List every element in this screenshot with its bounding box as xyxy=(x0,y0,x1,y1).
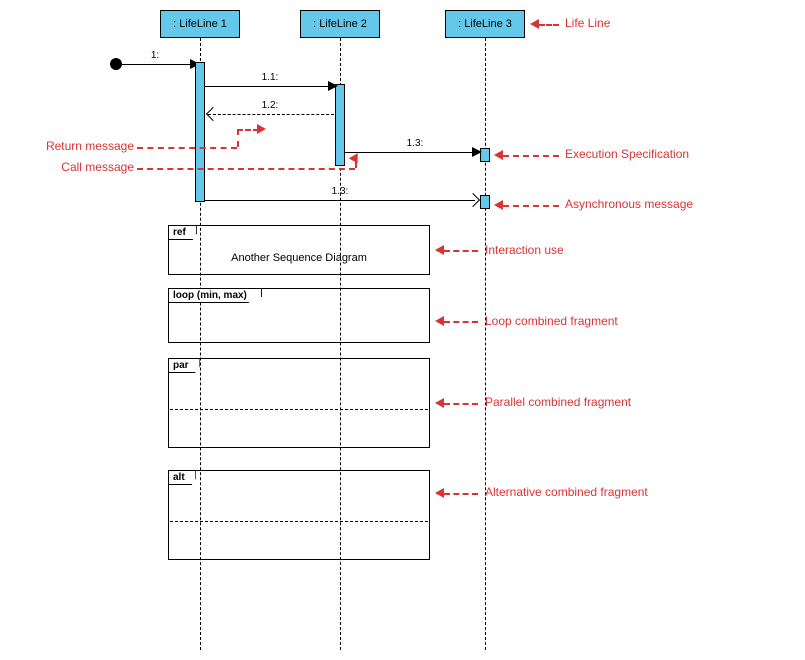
annotation-arrow-icon xyxy=(530,19,539,29)
message-label: 1.3: xyxy=(395,138,435,149)
annotation-line xyxy=(137,168,355,170)
annotation-line xyxy=(503,155,559,157)
call-message-line-13a xyxy=(345,152,475,153)
annotation-line xyxy=(444,493,478,495)
annotation-exec-spec: Execution Specification xyxy=(565,147,689,161)
annotation-line xyxy=(237,129,259,131)
annotation-arrow-icon xyxy=(257,124,266,134)
found-message-line xyxy=(122,64,192,65)
annotation-line xyxy=(444,250,478,252)
lifeline-label: : LifeLine 3 xyxy=(458,18,512,30)
annotation-arrow-icon xyxy=(494,200,503,210)
lifeline-label: : LifeLine 2 xyxy=(313,18,367,30)
fragment-loop: loop (min, max) xyxy=(168,288,430,343)
annotation-life-line: Life Line xyxy=(565,16,610,30)
fragment-tag: loop (min, max) xyxy=(169,289,262,303)
fragment-ref: ref Another Sequence Diagram xyxy=(168,225,430,275)
async-message-line-13b xyxy=(205,200,475,201)
open-arrowhead-icon xyxy=(466,193,480,207)
annotation-line xyxy=(444,403,478,405)
message-label: 1: xyxy=(140,50,170,61)
annotation-arrow-icon xyxy=(494,150,503,160)
fragment-tag: alt xyxy=(169,471,196,485)
arrowhead-icon xyxy=(328,81,338,91)
found-message-origin xyxy=(110,58,122,70)
activation-bar-1 xyxy=(195,62,205,202)
lifeline-label: : LifeLine 1 xyxy=(173,18,227,30)
arrowhead-icon xyxy=(472,147,482,157)
activation-bar-2 xyxy=(335,84,345,166)
fragment-alt: alt xyxy=(168,470,430,560)
fragment-tag: par xyxy=(169,359,200,373)
annotation-async-msg: Asynchronous message xyxy=(565,197,693,211)
annotation-arrow-icon xyxy=(435,488,444,498)
message-label: 1.2: xyxy=(250,100,290,111)
annotation-line xyxy=(137,147,237,149)
annotation-par: Parallel combined fragment xyxy=(485,395,631,409)
message-label: 1.1: xyxy=(250,72,290,83)
lifeline-head-3: : LifeLine 3 xyxy=(445,10,525,38)
lifeline-dash-3 xyxy=(485,38,486,650)
sequence-diagram: : LifeLine 1 : LifeLine 2 : LifeLine 3 1… xyxy=(0,0,805,660)
call-message-line-11 xyxy=(205,86,331,87)
annotation-line xyxy=(503,205,559,207)
annotation-call-msg: Call message xyxy=(46,160,134,174)
annotation-interaction-use: Interaction use xyxy=(485,243,564,257)
annotation-arrow-icon xyxy=(435,316,444,326)
fragment-divider xyxy=(170,521,428,522)
annotation-line xyxy=(444,321,478,323)
fragment-divider xyxy=(170,409,428,410)
annotation-line xyxy=(539,24,559,26)
fragment-tag: ref xyxy=(169,226,197,240)
message-label: 1.3: xyxy=(320,186,360,197)
return-message-line-12 xyxy=(208,114,334,115)
annotation-alt: Alternative combined fragment xyxy=(485,485,648,499)
lifeline-head-2: : LifeLine 2 xyxy=(300,10,380,38)
annotation-return-msg: Return message xyxy=(14,139,134,153)
lifeline-head-1: : LifeLine 1 xyxy=(160,10,240,38)
annotation-arrow-icon xyxy=(435,398,444,408)
annotation-line xyxy=(237,129,239,147)
annotation-loop: Loop combined fragment xyxy=(485,314,618,328)
execution-spec-2 xyxy=(480,195,490,209)
annotation-arrow-icon xyxy=(435,245,444,255)
fragment-text: Another Sequence Diagram xyxy=(169,252,429,264)
fragment-par: par xyxy=(168,358,430,448)
open-arrowhead-icon xyxy=(206,107,220,121)
